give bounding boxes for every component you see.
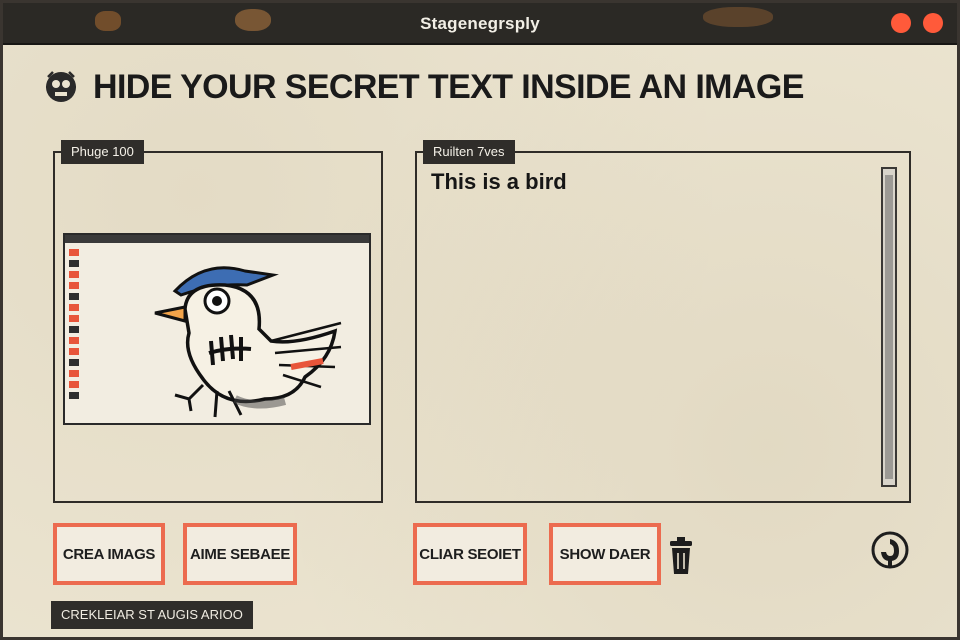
page-title: HIDE YOUR SECRET TEXT INSIDE AN IMAGE (93, 67, 804, 106)
window-title: Stagenegrsply (420, 14, 540, 33)
image-panel-label: Phuge 100 (61, 140, 144, 164)
page-header: HIDE YOUR SECRET TEXT INSIDE AN IMAGE (43, 65, 804, 109)
title-bar: Stagenegrsply (3, 3, 957, 45)
color-strip (69, 249, 79, 421)
close-button[interactable] (923, 13, 943, 33)
circle-settings-icon[interactable] (871, 531, 909, 569)
create-image-button[interactable]: CREA IMAGS (53, 523, 165, 585)
text-scrollbar[interactable] (881, 167, 897, 487)
save-image-button[interactable]: AIME SEBAEE (183, 523, 297, 585)
text-panel-label: Ruilten 7ves (423, 140, 515, 164)
trash-icon[interactable] (667, 537, 695, 575)
show-data-button[interactable]: SHOW DAER (549, 523, 661, 585)
status-bar: CREKLEIAR ST AUGIS ARIOO (51, 601, 253, 629)
bird-drawing (154, 266, 342, 418)
scroll-thumb[interactable] (885, 175, 893, 479)
preview-toolbar (65, 235, 369, 243)
clear-secret-button[interactable]: CLIAR SEOIET (413, 523, 527, 585)
minimize-button[interactable] (891, 13, 911, 33)
image-preview[interactable] (63, 233, 371, 425)
secret-text-input[interactable]: This is a bird (431, 167, 871, 487)
skull-badge-icon (46, 71, 76, 102)
app-window: Stagenegrsply HIDE YOUR SECRET TEXT INSI… (0, 0, 960, 640)
